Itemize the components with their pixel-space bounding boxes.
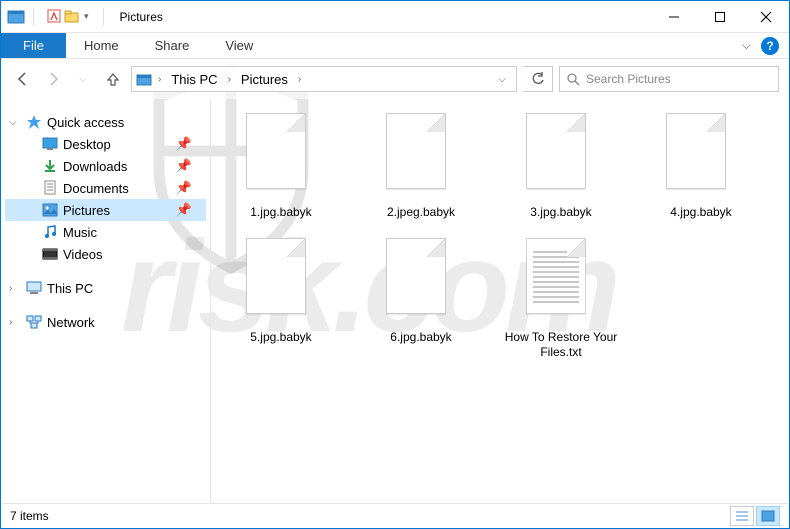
sidebar-item-label: Network <box>47 315 95 330</box>
chevron-right-icon[interactable]: › <box>156 74 163 85</box>
up-button[interactable] <box>101 67 125 91</box>
window-title: Pictures <box>120 10 163 24</box>
chevron-right-icon[interactable]: › <box>226 74 233 85</box>
documents-icon <box>41 180 59 196</box>
navigation-pane: ⌵ Quick access Desktop 📌 Downloads 📌 Doc… <box>1 99 211 504</box>
back-button[interactable] <box>11 67 35 91</box>
blank-file-icon <box>246 113 316 199</box>
chevron-down-icon[interactable]: ⌵ <box>9 117 21 128</box>
sidebar-item-label: Pictures <box>63 203 110 218</box>
file-item[interactable]: 1.jpg.babyk <box>221 113 341 220</box>
explorer-icon <box>7 8 25 26</box>
ribbon-expand-icon[interactable]: ⌵ <box>742 38 751 53</box>
network-icon <box>25 314 43 330</box>
sidebar-item-label: Videos <box>63 247 103 262</box>
navigation-bar: ⌵ › This PC › Pictures › ⌵ Search Pictur… <box>1 59 789 99</box>
sidebar-item-music[interactable]: Music <box>5 221 206 243</box>
file-item[interactable]: 2.jpeg.babyk <box>361 113 481 220</box>
sidebar-network[interactable]: › Network <box>5 311 206 333</box>
desktop-icon <box>41 136 59 152</box>
pin-icon: 📌 <box>176 136 192 152</box>
file-item[interactable]: 3.jpg.babyk <box>501 113 621 220</box>
text-file-icon <box>526 238 596 324</box>
blank-file-icon <box>666 113 736 199</box>
file-view[interactable]: 1.jpg.babyk 2.jpeg.babyk 3.jpg.babyk 4.jpg.… <box>211 99 789 504</box>
breadcrumb-thispc[interactable]: This PC <box>167 70 221 89</box>
address-dropdown-icon[interactable]: ⌵ <box>492 74 512 85</box>
refresh-button[interactable] <box>523 66 553 92</box>
file-tab[interactable]: File <box>1 33 66 58</box>
file-item[interactable]: 6.jpg.babyk <box>361 238 481 360</box>
address-bar[interactable]: › This PC › Pictures › ⌵ <box>131 66 517 92</box>
sidebar-item-pictures[interactable]: Pictures 📌 <box>5 199 206 221</box>
sidebar-item-label: Music <box>63 225 97 240</box>
chevron-right-icon[interactable]: › <box>9 317 21 328</box>
chevron-right-icon[interactable]: › <box>9 283 21 294</box>
star-icon <box>25 114 43 130</box>
qat-properties-icon[interactable] <box>46 8 62 25</box>
blank-file-icon <box>246 238 316 324</box>
tab-view[interactable]: View <box>207 33 271 58</box>
details-view-button[interactable] <box>730 506 754 526</box>
search-icon <box>566 72 580 86</box>
thispc-icon <box>25 280 43 296</box>
forward-button[interactable] <box>41 67 65 91</box>
file-label: 5.jpg.babyk <box>250 330 311 345</box>
music-icon <box>41 224 59 240</box>
file-label: 4.jpg.babyk <box>670 205 731 220</box>
sidebar-item-label: Quick access <box>47 115 124 130</box>
sidebar-item-documents[interactable]: Documents 📌 <box>5 177 206 199</box>
minimize-button[interactable] <box>651 2 697 32</box>
file-label: 2.jpeg.babyk <box>387 205 455 220</box>
location-icon <box>136 71 152 87</box>
tab-share[interactable]: Share <box>137 33 208 58</box>
blank-file-icon <box>386 113 456 199</box>
file-label: How To Restore Your Files.txt <box>501 330 621 360</box>
videos-icon <box>41 246 59 262</box>
pin-icon: 📌 <box>176 158 192 174</box>
sidebar-item-videos[interactable]: Videos <box>5 243 206 265</box>
pin-icon: 📌 <box>176 202 192 218</box>
qat-newfolder-icon[interactable] <box>64 8 80 25</box>
pin-icon: 📌 <box>176 180 192 196</box>
maximize-button[interactable] <box>697 2 743 32</box>
recent-dropdown[interactable]: ⌵ <box>71 67 95 91</box>
downloads-icon <box>41 158 59 174</box>
breadcrumb-pictures[interactable]: Pictures <box>237 70 292 89</box>
chevron-right-icon[interactable]: › <box>296 74 303 85</box>
file-item[interactable]: How To Restore Your Files.txt <box>501 238 621 360</box>
sidebar-item-label: This PC <box>47 281 93 296</box>
sidebar-quickaccess[interactable]: ⌵ Quick access <box>5 111 206 133</box>
file-label: 3.jpg.babyk <box>530 205 591 220</box>
qat-dropdown-icon[interactable]: ▾ <box>82 8 91 25</box>
file-label: 6.jpg.babyk <box>390 330 451 345</box>
file-item[interactable]: 5.jpg.babyk <box>221 238 341 360</box>
tab-home[interactable]: Home <box>66 33 137 58</box>
sidebar-item-label: Desktop <box>63 137 111 152</box>
titlebar: ▾ Pictures <box>1 1 789 33</box>
status-bar: 7 items <box>2 503 788 527</box>
ribbon: File Home Share View ⌵ ? <box>1 33 789 59</box>
blank-file-icon <box>526 113 596 199</box>
close-button[interactable] <box>743 2 789 32</box>
file-item[interactable]: 4.jpg.babyk <box>641 113 761 220</box>
blank-file-icon <box>386 238 456 324</box>
search-placeholder: Search Pictures <box>586 72 671 86</box>
help-icon[interactable]: ? <box>761 37 779 55</box>
sidebar-item-desktop[interactable]: Desktop 📌 <box>5 133 206 155</box>
status-count: 7 items <box>10 509 49 523</box>
sidebar-thispc[interactable]: › This PC <box>5 277 206 299</box>
search-input[interactable]: Search Pictures <box>559 66 779 92</box>
thumbnails-view-button[interactable] <box>756 506 780 526</box>
sidebar-item-downloads[interactable]: Downloads 📌 <box>5 155 206 177</box>
sidebar-item-label: Downloads <box>63 159 127 174</box>
quick-access-toolbar: ▾ <box>42 8 95 25</box>
sidebar-item-label: Documents <box>63 181 129 196</box>
file-label: 1.jpg.babyk <box>250 205 311 220</box>
pictures-icon <box>41 202 59 218</box>
